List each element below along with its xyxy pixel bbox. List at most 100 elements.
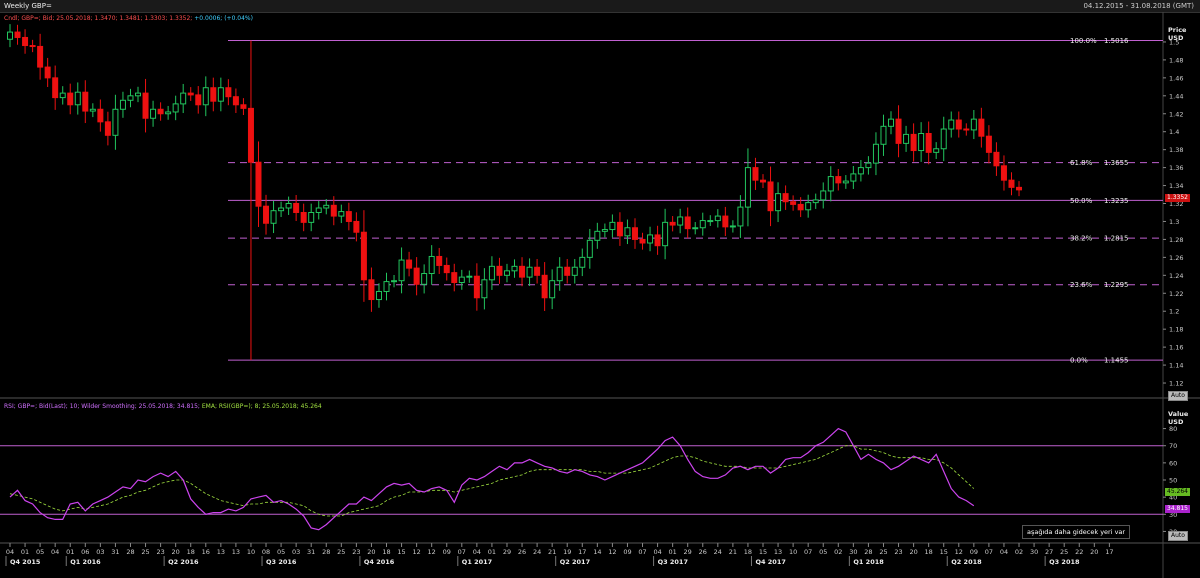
fib-percent-label: 100.0% [1070, 37, 1097, 45]
x-day-label: 12 [412, 548, 420, 556]
x-day-label: 13 [232, 548, 240, 556]
candle-body [571, 266, 578, 276]
x-day-label: 05 [36, 548, 44, 556]
x-day-label: 23 [156, 548, 164, 556]
x-quarter-label: Q1 2016 [70, 558, 101, 566]
x-day-label: 04 [1000, 548, 1008, 556]
candle-body [142, 92, 149, 119]
candle-body [263, 205, 270, 224]
candle-body [842, 180, 849, 184]
x-day-label: 17 [578, 548, 586, 556]
price-tick-label: 1.18 [1169, 326, 1183, 334]
price-legend-ohlc: Cndl; GBP=; Bid; 25.05.2018; 1.3470; 1.3… [4, 15, 193, 22]
candle-body [910, 133, 917, 152]
candle-body [662, 221, 669, 247]
candle-body [586, 239, 593, 258]
x-day-label: 28 [322, 548, 330, 556]
x-quarter-label: Q4 2016 [364, 558, 395, 566]
ema-value-tag: 45.264 [1165, 488, 1190, 496]
rsi-legend-ema: EMA; RSI(GBP=); 8; 25.05.2018; 45.264 [201, 403, 322, 410]
candle-body [458, 276, 465, 283]
x-day-label: 02 [834, 548, 842, 556]
price-tick-label: 1.38 [1169, 146, 1183, 154]
price-axis-title: Price USD [1168, 26, 1186, 42]
candle-body [82, 91, 89, 112]
candle-body [428, 255, 435, 275]
candle-body [639, 238, 646, 244]
x-day-label: 05 [277, 548, 285, 556]
x-day-label: 09 [443, 548, 451, 556]
x-day-label: 29 [684, 548, 692, 556]
candle-body [692, 227, 699, 230]
candle-body [89, 108, 96, 112]
candle-body [14, 31, 21, 38]
x-day-label: 26 [518, 548, 526, 556]
candle-body [180, 92, 187, 105]
price-axis-unit: USD [1168, 34, 1184, 42]
price-legend-change: +0.0006; (+0.04%) [194, 15, 253, 22]
candle-body [888, 118, 895, 127]
x-quarter-label: Q4 2017 [755, 558, 785, 566]
x-day-label: 25 [141, 548, 149, 556]
candle-body [360, 231, 367, 281]
candle-body [775, 193, 782, 212]
x-day-label: 12 [428, 548, 436, 556]
candle-body [970, 118, 977, 131]
candle-body [67, 92, 74, 106]
price-auto-button[interactable]: Auto [1168, 391, 1188, 401]
candle-body [217, 87, 224, 102]
candle-body [948, 119, 955, 130]
rsi-auto-button[interactable]: Auto [1168, 531, 1188, 541]
candle-body [488, 265, 495, 281]
candle-body [104, 121, 111, 136]
x-day-label: 18 [925, 548, 933, 556]
price-tick-label: 1.46 [1169, 74, 1183, 82]
candle-body [225, 87, 232, 98]
x-day-label: 18 [187, 548, 195, 556]
candle-body [22, 36, 29, 47]
price-tick-label: 1.44 [1169, 92, 1183, 100]
candle-body [654, 234, 661, 247]
annotation-note: aşağıda daha gidecek yeri var [1022, 525, 1131, 539]
price-legend: Cndl; GBP=; Bid; 25.05.2018; 1.3470; 1.3… [4, 15, 253, 23]
candle-body [699, 220, 706, 229]
x-day-label: 02 [1015, 548, 1023, 556]
fib-percent-label: 50.0% [1070, 197, 1093, 205]
chart-canvas[interactable]: 1.51.481.461.441.421.41.381.361.341.321.… [0, 0, 1200, 578]
candle-body [767, 181, 774, 212]
x-day-label: 07 [985, 548, 993, 556]
candle-body [398, 259, 405, 282]
candle-body [375, 290, 382, 301]
x-day-label: 29 [503, 548, 511, 556]
candle-body [172, 103, 179, 113]
candle-body [338, 211, 345, 217]
candle-body [737, 206, 744, 227]
x-quarter-label: Q2 2016 [168, 558, 199, 566]
x-day-label: 15 [397, 548, 405, 556]
candle-body [624, 227, 631, 237]
x-day-label: 13 [217, 548, 225, 556]
candle-body [933, 148, 940, 153]
x-day-label: 04 [473, 548, 481, 556]
fib-value-label: 1.2295 [1104, 281, 1129, 289]
candle-body [752, 167, 759, 181]
x-quarter-label: Q4 2015 [10, 558, 41, 566]
x-day-label: 04 [51, 548, 59, 556]
x-day-label: 20 [1090, 548, 1098, 556]
candle-body [631, 227, 638, 240]
candle-body [436, 255, 443, 266]
x-day-label: 23 [894, 548, 902, 556]
x-day-label: 21 [729, 548, 737, 556]
fib-value-label: 1.3235 [1104, 197, 1129, 205]
candle-body [918, 133, 925, 152]
x-day-label: 18 [382, 548, 390, 556]
rsi-tick-label: 80 [1169, 425, 1177, 433]
candle-body [443, 264, 450, 274]
rsi-tick-label: 70 [1169, 442, 1177, 450]
x-day-label: 20 [909, 548, 917, 556]
candle-body [52, 77, 59, 99]
price-tick-label: 1.12 [1169, 380, 1183, 388]
x-day-label: 04 [6, 548, 14, 556]
candle-body [903, 133, 910, 144]
x-day-label: 17 [1105, 548, 1113, 556]
